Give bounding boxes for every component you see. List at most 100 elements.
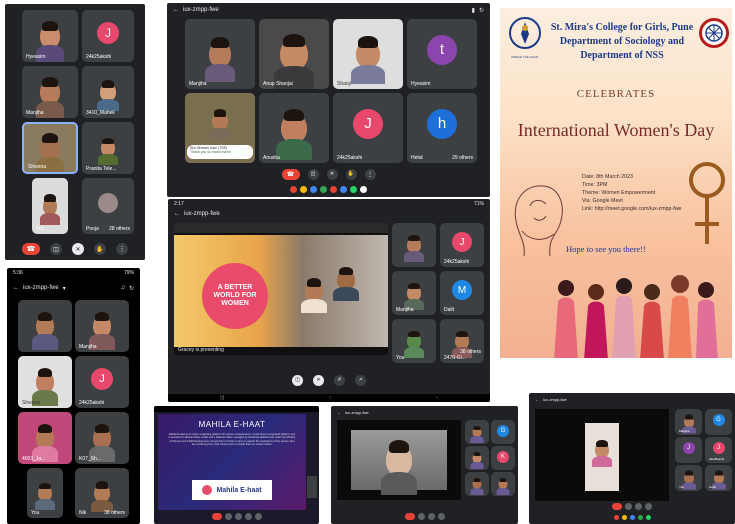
participant-video [275,108,313,161]
back-icon[interactable]: ← [173,7,179,13]
participant-tile: K [491,446,515,470]
participant-video [89,311,115,350]
presentation-toolbar [174,223,388,233]
app-icon[interactable] [320,186,327,193]
app-icon[interactable] [340,186,347,193]
microphone-button[interactable] [234,512,242,520]
status-battery: 71% [473,201,484,207]
end-call-button[interactable] [612,502,622,510]
participant-tile: You [27,468,63,518]
present-button[interactable] [244,512,252,520]
slide-badge-text: A BETTER WORLD FOR WOMEN [213,284,257,307]
participant-tile: J 24k25akshi [75,356,129,408]
poster-title: International Women's Day [517,120,715,140]
slide-body: Mahila E-Haat is an online marketing pla… [168,433,296,447]
participant-name: K07_Sh... [79,456,101,462]
event-details: Date: 8th March 2023 Time: 3PM Theme: Wo… [582,173,682,213]
wheel-icon [705,24,723,42]
participant-tile [465,446,489,470]
raise-hand-button[interactable]: ✋ [94,243,106,255]
back-icon[interactable]: ← [13,285,19,291]
app-icon[interactable] [637,515,643,520]
back-icon[interactable]: ← [337,410,341,415]
participant-name: Manjiha [26,110,44,116]
more-options-button[interactable]: ⋮ [116,243,128,255]
app-icon[interactable] [360,186,367,193]
end-call-button[interactable] [211,512,222,520]
microphone-button[interactable]: ✕ [313,374,324,386]
participant-name: 24k25akshi [79,400,105,406]
microphone-button[interactable] [635,502,642,510]
participant-video [204,37,236,83]
app-icon[interactable] [621,515,627,520]
logo-caption: KINDLE THE LIGHT [511,55,539,59]
end-call-button[interactable]: ☎ [281,168,300,180]
chevron-down-icon[interactable]: ▾ [63,285,66,292]
camera-button[interactable]: ◫ [50,243,62,255]
present-button[interactable] [645,502,652,510]
back-icon[interactable]: ← [535,397,539,402]
participant-name: You [396,355,405,361]
college-emblem-icon [509,17,541,49]
more-options-button[interactable]: ⋮ [364,168,376,180]
bluetooth-icon[interactable]: ▮ [472,7,475,14]
camera-button[interactable]: ◫ [307,168,319,180]
speaker-person [592,439,612,468]
call-controls [529,502,735,510]
participant-name: Dalit [444,307,455,313]
participant-name: Shwena [28,164,47,170]
end-call-button[interactable]: ☎ [22,243,40,255]
participant-tile: Shwena [22,122,78,174]
microphone-button[interactable] [427,512,435,520]
camera-button[interactable] [625,502,632,510]
volume-icon[interactable]: ♫ [120,285,125,291]
avatar: J [97,21,119,44]
app-icon[interactable] [629,515,635,520]
app-icon[interactable] [645,515,651,520]
camera-button[interactable] [417,512,425,520]
camera-button[interactable]: ◫ [292,374,303,386]
app-icon[interactable] [613,515,619,520]
participant-name: Pranita Tele... [86,166,117,172]
raise-hand-button[interactable]: ✋ [345,168,357,180]
home-icon[interactable]: ○ [329,395,332,401]
slide-person [333,266,359,302]
recent-apps-icon[interactable]: ||| [220,395,224,401]
app-icon[interactable] [330,186,337,193]
speaker-view [535,409,669,501]
participant-name: Hyeasim [26,54,46,60]
navigation-bar: ||| ○ ‹ [168,394,490,402]
present-button[interactable] [437,512,445,520]
back-nav-icon[interactable]: ‹ [436,395,438,401]
status-bar: 5:36 79% [13,270,134,276]
app-icon[interactable] [300,186,307,193]
phone-call-left: Hyeasim J 24k25akshi Manjiha 3410_Mahek … [5,4,145,260]
camera-button[interactable] [224,512,232,520]
event-link[interactable]: Link: http://meet.google.com/iux-zmpp-fw… [582,205,682,213]
meet-code[interactable]: iux-zmpp-fwe [23,285,59,291]
participant-tile: Shwena [18,356,72,408]
participant-video [404,282,424,311]
switch-camera-icon[interactable]: ↻ [129,285,134,292]
participant-tile [465,420,489,444]
participant-name: Hetal [709,485,717,489]
meet-code[interactable]: iux-zmpp-fwe [183,7,219,13]
app-icon[interactable] [290,186,297,193]
more-options-button[interactable] [254,512,262,520]
taskbar [167,185,490,194]
end-call-button[interactable] [404,512,415,520]
microphone-button[interactable]: ✕ [326,168,338,180]
back-icon[interactable]: ← [174,211,180,217]
meet-code[interactable]: iux-zmpp-fwe [345,410,369,415]
chat-toast[interactable]: Shri Bhavan Kale (TSE) Thank you so much… [187,145,253,159]
participant-tile: Shri Bhavan Kale (TSE) Thank you so much… [185,93,255,163]
meet-code[interactable]: iux-zmpp-fwe [543,397,567,402]
switch-camera-icon[interactable]: ↻ [479,7,484,14]
share-button[interactable]: ↗ [355,374,366,386]
captions-button[interactable]: # [334,374,345,386]
app-icon[interactable] [310,186,317,193]
participant-tile: 3410_Mahek [82,66,134,118]
microphone-button[interactable]: ✕ [72,243,84,255]
app-icon[interactable] [350,186,357,193]
meet-code[interactable]: iux-zmpp-fwe [184,211,220,217]
